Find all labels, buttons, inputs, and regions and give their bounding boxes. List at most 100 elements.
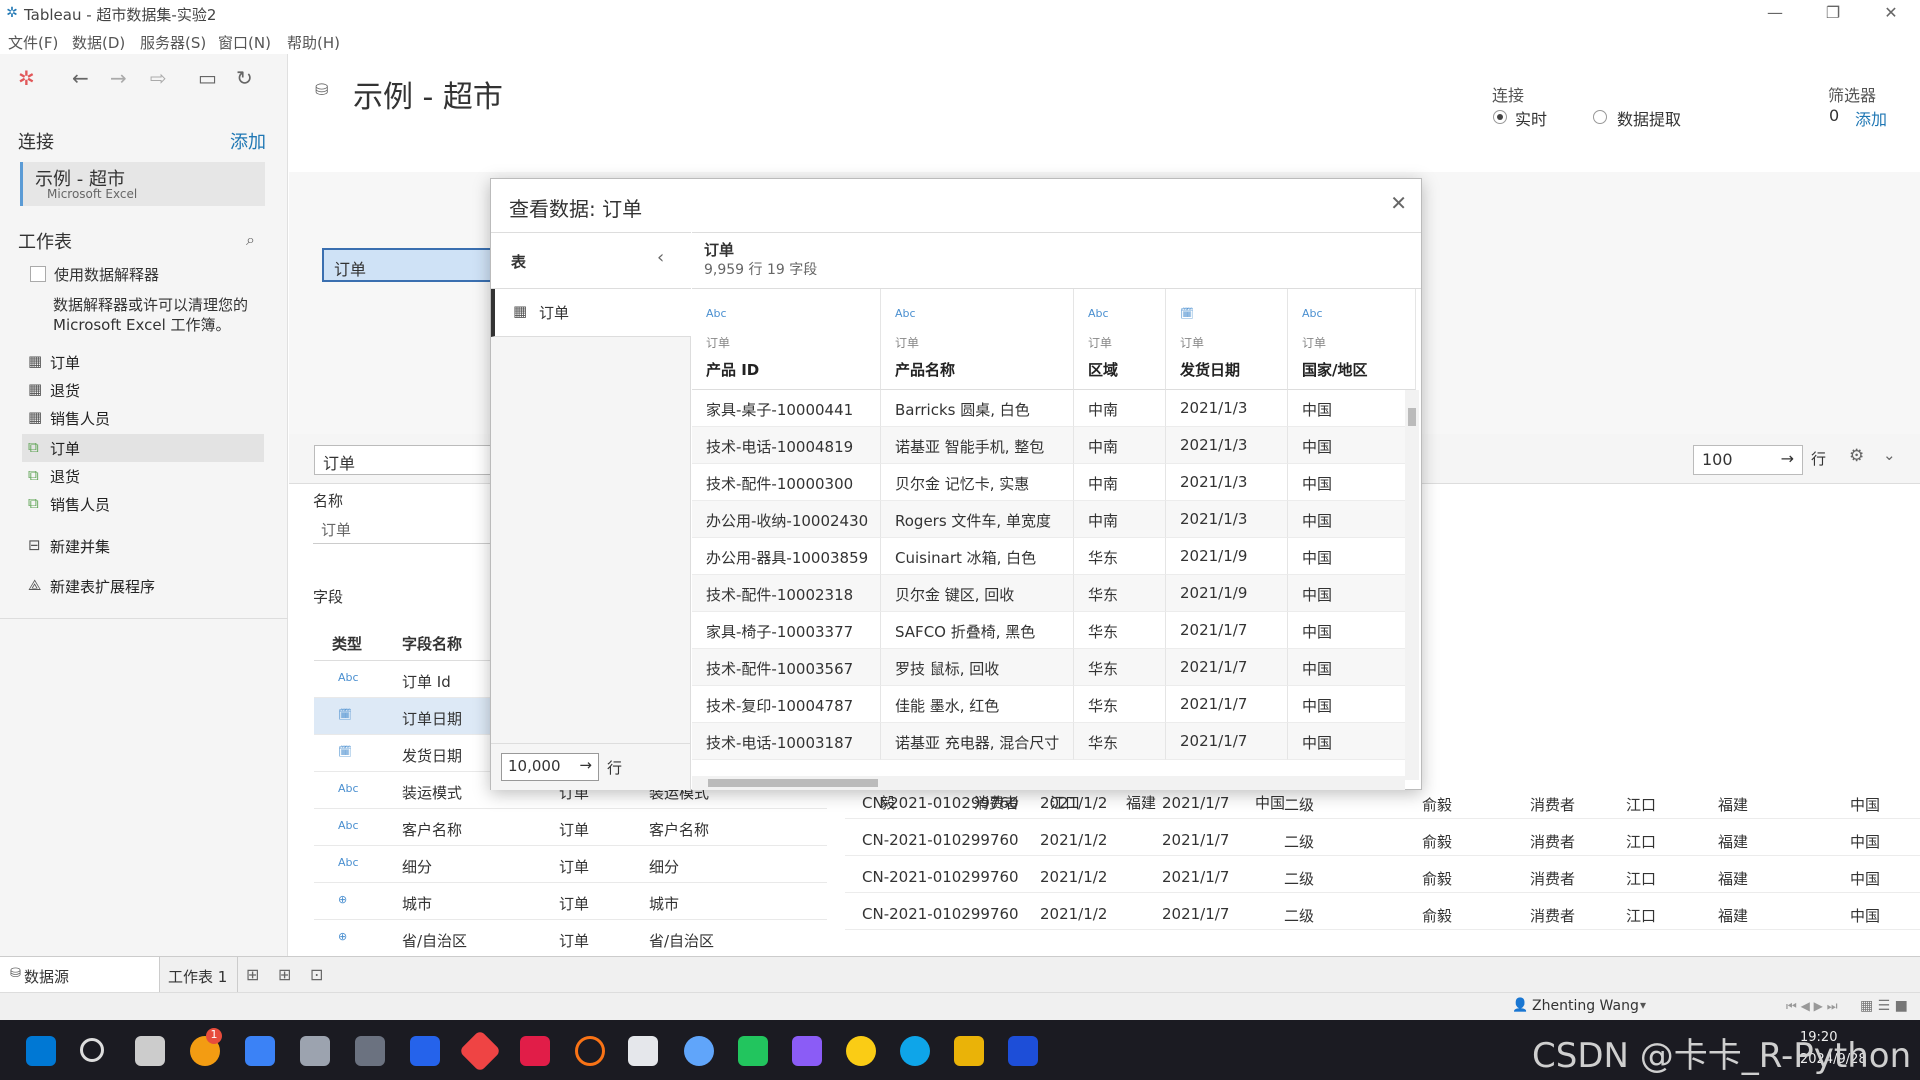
nav-arrows-icon[interactable]: ⏮ ◀ ▶ ⏭ (1786, 999, 1838, 1014)
scrollbar-thumb[interactable] (708, 779, 878, 787)
folder-icon[interactable] (954, 1036, 984, 1066)
dialog-cell: 2021/1/3 (1166, 464, 1288, 501)
restore-icon[interactable]: ❐ (1818, 3, 1848, 22)
field-name: 客户名称 (402, 821, 463, 839)
horizontal-scrollbar[interactable] (692, 776, 1405, 790)
r-icon[interactable] (684, 1036, 714, 1066)
pycharm-icon[interactable] (738, 1036, 768, 1066)
calculator-icon[interactable] (355, 1036, 385, 1066)
grid-rows-input[interactable]: 100 → (1693, 445, 1803, 475)
chevron-left-icon[interactable]: ‹ (657, 247, 664, 268)
new-dashboard-icon[interactable]: ⊞ (278, 965, 291, 984)
field-row[interactable]: Abc 细分 订单 细分 (314, 846, 827, 883)
grid-cell: 消费者 (1530, 870, 1576, 888)
dialog-column-name: 产品名称 (895, 361, 956, 379)
minimize-icon[interactable]: — (1760, 3, 1790, 22)
field-row[interactable]: ⊕ 城市 订单 城市 (314, 883, 827, 920)
dialog-cell: 中南 (1074, 464, 1166, 501)
name-label: 名称 (313, 492, 344, 510)
grid-rows-unit: 行 (1811, 450, 1827, 468)
live-radio[interactable] (1493, 110, 1507, 124)
forward-icon[interactable]: → (110, 66, 127, 90)
sidebar-item-orders[interactable]: ▦ 订单 (22, 348, 264, 376)
field-row[interactable]: ⊕ 省/自治区 订单 省/自治区 (314, 920, 827, 957)
tab-sheet1[interactable]: 工作表 1 (160, 957, 238, 993)
grid-table-name[interactable]: 订单 (314, 445, 514, 475)
connection-card[interactable]: 示例 - 超市 Microsoft Excel (20, 162, 265, 206)
field-row[interactable]: Abc 客户名称 订单 客户名称 (314, 809, 827, 846)
app-icon[interactable] (520, 1036, 550, 1066)
task-view-icon[interactable] (135, 1036, 165, 1066)
scrollbar-thumb[interactable] (1408, 408, 1416, 426)
new-extension-link[interactable]: ⟁ 新建表扩展程序 (22, 572, 264, 600)
sidebar-item-salespeople[interactable]: ▦ 销售人员 (22, 404, 264, 432)
edge-icon[interactable] (900, 1036, 930, 1066)
word-icon[interactable] (1008, 1036, 1038, 1066)
close-window-icon[interactable]: ✕ (1876, 3, 1906, 22)
menu-help[interactable]: 帮助(H) (287, 32, 340, 53)
grid-cell: 2021/1/7 (1162, 868, 1230, 886)
dialog-column-header[interactable]: 🗓 订单 发货日期 (1166, 289, 1288, 390)
store-icon[interactable] (245, 1036, 275, 1066)
vertical-scrollbar[interactable] (1405, 390, 1419, 780)
sidebar-item-salespeople-range[interactable]: ⧉ 销售人员 (22, 490, 264, 518)
dialog-column-header[interactable]: Abc 订单 产品 ID (692, 289, 881, 390)
app-icon[interactable] (300, 1036, 330, 1066)
chevron-down-icon[interactable]: ▾ (1640, 998, 1646, 1012)
table-list-item-orders[interactable]: ▦ 订单 (491, 289, 691, 337)
dialog-rows-input[interactable]: 10,000 → (501, 753, 599, 781)
close-icon[interactable]: ✕ (1390, 191, 1407, 215)
arrow-right-icon[interactable]: → (579, 756, 592, 774)
arrow-right-icon[interactable]: → (1781, 449, 1794, 468)
dialog-column-header[interactable]: Abc 订单 产品名称 (881, 289, 1074, 390)
refresh-icon[interactable]: ↻ (236, 66, 253, 90)
new-story-icon[interactable]: ⊡ (310, 965, 323, 984)
interpreter-desc-1: 数据解释器或许可以清理您的 (53, 296, 249, 314)
menu-file[interactable]: 文件(F) (8, 32, 58, 53)
save-icon[interactable]: ▭ (198, 66, 217, 90)
dialog-column-header[interactable]: Abc 订单 国家/地区 (1288, 289, 1416, 390)
dialog-cell: 2021/1/3 (1166, 390, 1288, 427)
intellij-icon[interactable] (792, 1036, 822, 1066)
new-sheet-icon[interactable]: ⊞ (246, 965, 259, 984)
new-union-link[interactable]: ⊟ 新建并集 (22, 532, 264, 560)
menu-window[interactable]: 窗口(N) (218, 32, 271, 53)
field-type-icon: ⊕ (338, 930, 348, 943)
notepad-icon[interactable] (410, 1036, 440, 1066)
add-filter-link[interactable]: 添加 (1855, 106, 1887, 130)
datasource-title[interactable]: 示例 - 超市 (353, 72, 503, 116)
sidebar-item-returns-range[interactable]: ⧉ 退货 (22, 462, 264, 490)
interpreter-checkbox[interactable] (30, 266, 46, 282)
tableau-home-icon[interactable]: ✲ (18, 66, 35, 90)
view-toggle-icon[interactable]: ▦ ☰ ■ (1860, 998, 1908, 1014)
search-icon[interactable] (80, 1038, 104, 1062)
user-name[interactable]: Zhenting Wang (1532, 998, 1639, 1014)
jupyter-icon[interactable] (575, 1036, 605, 1066)
add-connection-link[interactable]: 添加 (230, 128, 266, 154)
gear-icon[interactable]: ⚙ (1849, 446, 1864, 466)
dialog-column-header[interactable]: Abc 订单 区域 (1074, 289, 1166, 390)
canvas-table-orders[interactable]: 订单 (322, 248, 502, 282)
search-icon[interactable]: ⌕ (246, 230, 255, 250)
back-icon[interactable]: ← (72, 66, 89, 90)
field-type-icon: ⊕ (338, 893, 348, 906)
sidebar-item-returns[interactable]: ▦ 退货 (22, 376, 264, 404)
windows-start-icon[interactable] (26, 1036, 56, 1066)
menu-server[interactable]: 服务器(S) (140, 32, 206, 53)
sidebar-item-orders-range[interactable]: ⧉ 订单 (22, 434, 264, 462)
redo-icon[interactable]: ⇨ (150, 66, 167, 90)
menu-data[interactable]: 数据(D) (72, 32, 125, 53)
dialog-cell: 罗技 鼠标, 回收 (881, 649, 1074, 686)
tab-datasource[interactable]: ⛁ 数据源 (0, 957, 160, 993)
text-type-icon: Abc (895, 307, 916, 320)
name-input[interactable]: 订单 (313, 514, 503, 544)
chrome-icon[interactable] (846, 1036, 876, 1066)
tableau-logo-icon: ✲ (6, 5, 18, 21)
grid-cell: 俞毅 (1422, 870, 1453, 888)
grid-cell: CN-2021-010299760 (862, 868, 1019, 886)
app-icon[interactable] (458, 1029, 502, 1073)
tableau-icon[interactable] (628, 1036, 658, 1066)
chevron-down-icon[interactable]: ⌄ (1883, 446, 1896, 464)
extract-radio[interactable] (1593, 110, 1607, 124)
dialog-table-meta: 9,959 行 19 字段 (704, 262, 818, 278)
